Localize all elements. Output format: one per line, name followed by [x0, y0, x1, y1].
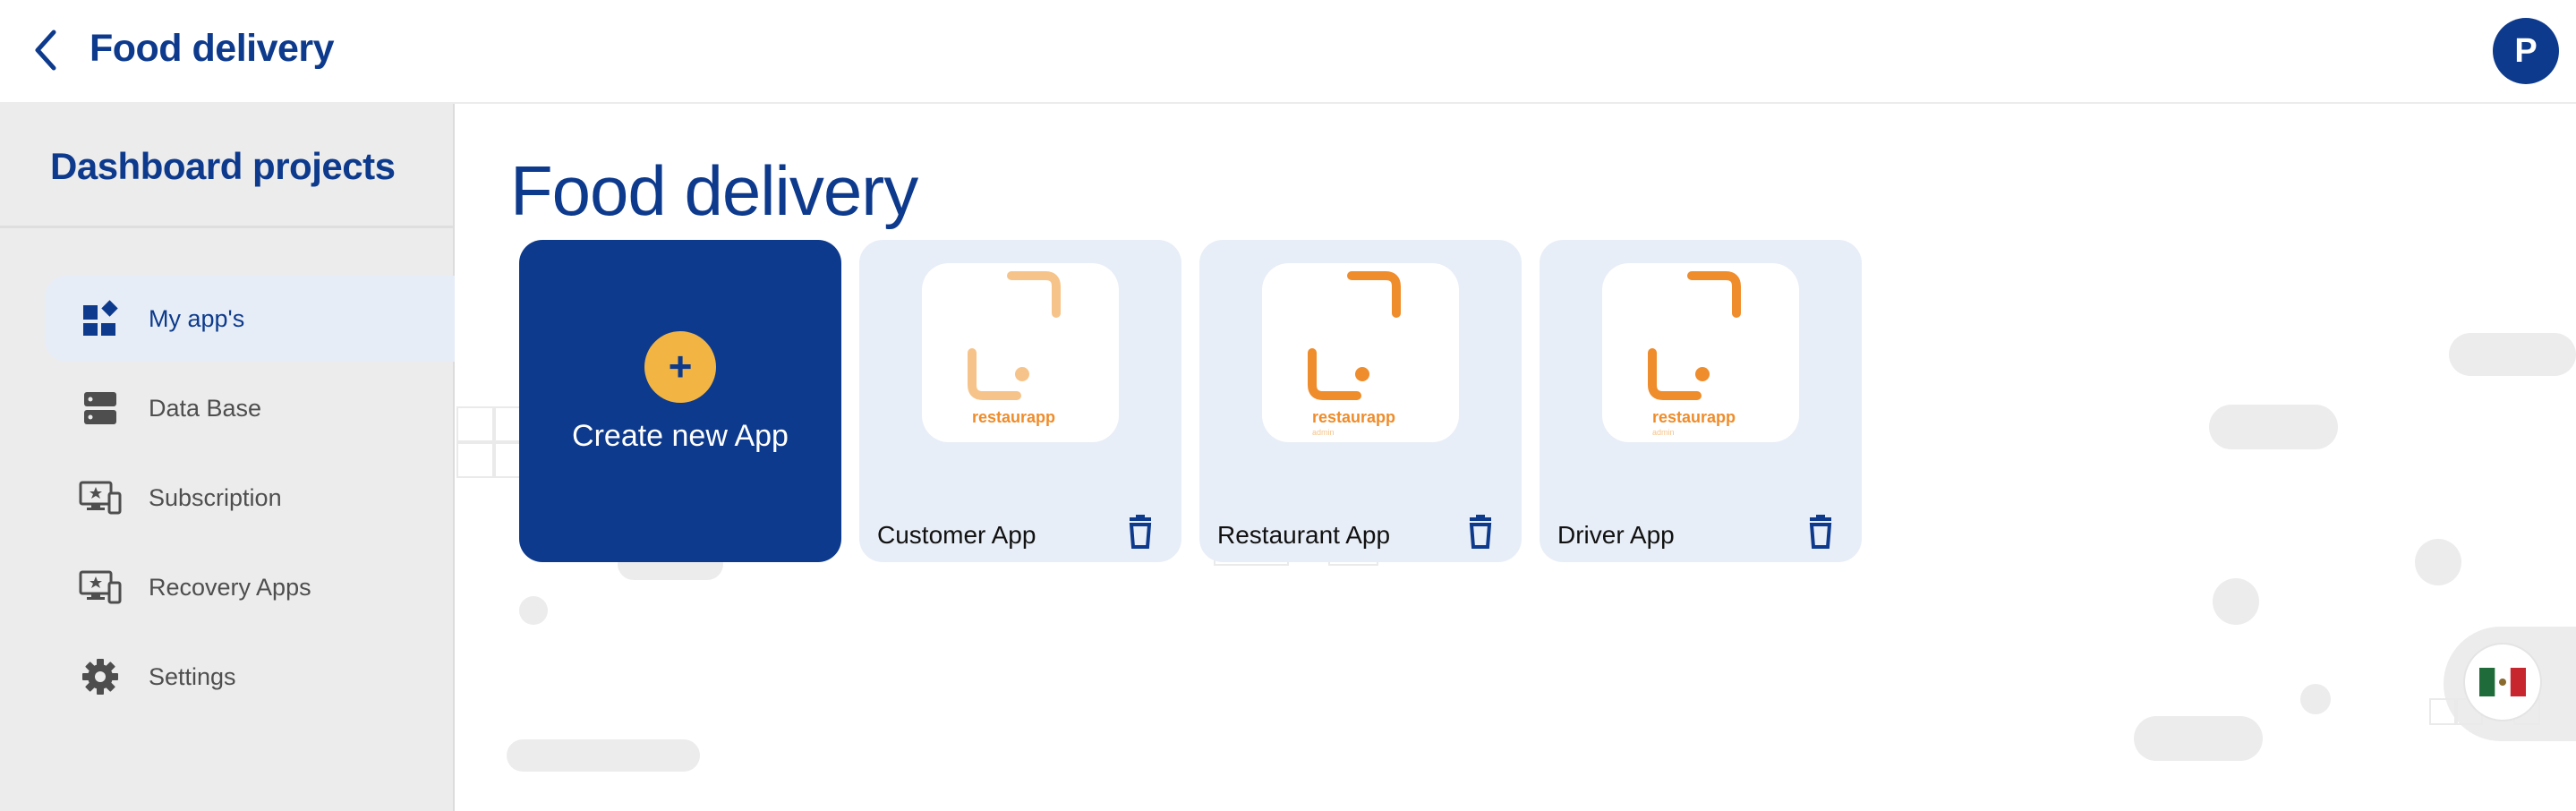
sidebar-item-subscription[interactable]: Subscription	[45, 455, 455, 541]
decor-blob	[507, 739, 700, 772]
decor-grid	[2429, 698, 2456, 725]
gear-icon	[79, 655, 122, 698]
sidebar-item-label: Recovery Apps	[149, 573, 311, 601]
sidebar-item-recovery-apps[interactable]: Recovery Apps	[45, 544, 455, 630]
sidebar-item-settings[interactable]: Settings	[45, 634, 455, 720]
sidebar-item-label: Data Base	[149, 394, 262, 422]
top-header: Food delivery P	[0, 0, 2576, 104]
dashboard-grid-icon	[79, 297, 122, 340]
sidebar-item-my-apps[interactable]: My app's	[45, 276, 455, 362]
sidebar: Dashboard projects My app's Data Base Su…	[0, 104, 455, 811]
decor-dot	[2213, 578, 2259, 625]
app-name: Driver App	[1557, 521, 1675, 549]
restaurapp-admin-logo: restaurapp admin	[1262, 263, 1459, 442]
decor-blob	[2449, 333, 2576, 376]
sidebar-item-label: Subscription	[149, 483, 282, 511]
mexico-flag-icon	[2479, 668, 2526, 696]
sidebar-divider	[0, 226, 453, 228]
plus-icon: +	[644, 331, 716, 403]
decor-dot	[2300, 684, 2331, 714]
header-title: Food delivery	[90, 27, 335, 70]
decor-dot	[2415, 539, 2461, 585]
back-button[interactable]	[27, 25, 66, 75]
decor-dot	[519, 596, 548, 625]
user-avatar[interactable]: P	[2493, 18, 2559, 84]
decor-grid	[456, 442, 494, 478]
delete-app-button[interactable]	[1464, 514, 1497, 550]
app-name: Restaurant App	[1217, 521, 1391, 549]
trash-icon	[1129, 515, 1152, 549]
create-new-app-label: Create new App	[572, 419, 789, 453]
decor-blob	[2134, 716, 2263, 761]
sidebar-title: Dashboard projects	[50, 145, 396, 187]
delete-app-button[interactable]	[1124, 514, 1156, 550]
logo-text: restaurapp	[1652, 408, 1736, 426]
language-selector[interactable]	[2463, 643, 2542, 721]
logo-text: restaurapp	[972, 408, 1055, 426]
logo-subtext: admin	[1312, 428, 1335, 437]
app-name: Customer App	[877, 521, 1036, 549]
sidebar-item-database[interactable]: Data Base	[45, 365, 455, 451]
restaurapp-admin-logo: restaurapp admin	[1602, 263, 1799, 442]
database-icon	[79, 387, 122, 430]
logo-text: restaurapp	[1312, 408, 1395, 426]
create-new-app-button[interactable]: + Create new App	[519, 240, 841, 562]
trash-icon	[1469, 515, 1492, 549]
chevron-left-icon	[35, 30, 56, 71]
decor-grid	[456, 406, 494, 442]
page-title: Food delivery	[510, 151, 918, 230]
app-card-customer[interactable]: restaurapp Customer App	[859, 240, 1181, 562]
monitor-star-icon	[79, 476, 122, 519]
app-card-restaurant[interactable]: restaurapp admin Restaurant App	[1199, 240, 1522, 562]
app-card-driver[interactable]: restaurapp admin Driver App	[1540, 240, 1862, 562]
restaurapp-logo: restaurapp	[922, 263, 1119, 442]
sidebar-item-label: My app's	[149, 304, 245, 332]
logo-subtext: admin	[1652, 428, 1675, 437]
monitor-star-icon	[79, 566, 122, 609]
decor-blob	[2209, 405, 2338, 449]
sidebar-item-label: Settings	[149, 662, 236, 690]
delete-app-button[interactable]	[1804, 514, 1837, 550]
trash-icon	[1809, 515, 1832, 549]
